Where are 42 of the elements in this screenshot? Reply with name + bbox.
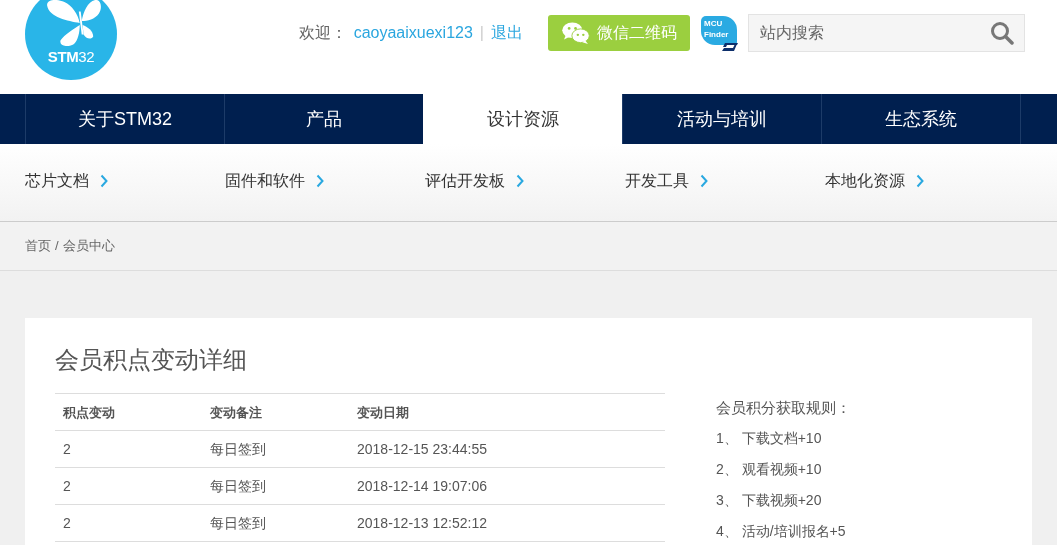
page-title: 会员积点变动详细 [55,345,248,375]
chevron-right-icon [316,173,324,188]
chat-bubbles-icon [561,22,590,44]
chevron-right-icon [916,173,924,188]
table-cell: 2018-12-13 12:52:12 [357,515,487,531]
column-header: 变动日期 [357,405,409,420]
subnav-link[interactable]: 固件和软件 [225,168,324,193]
table-cell: 每日签到 [210,478,266,494]
chevron-right-icon [516,173,524,188]
breadcrumb-link[interactable]: 首页 [25,236,51,256]
column-header: 变动备注 [210,405,262,420]
rule-item: 3、 下载视频+20 [716,491,823,510]
badge-text: MCU [704,17,723,29]
rules-title: 会员积分获取规则： [716,398,851,418]
table-cell: 2018-12-15 23:44:55 [357,441,487,457]
search-field[interactable]: 站内搜索 [748,14,1025,52]
rule-item: 2、 观看视频+10 [716,460,823,479]
subnav-link[interactable]: 本地化资源 [825,168,924,193]
nav-tab[interactable]: 设计资源 [423,94,622,144]
table-cell: 每日签到 [210,515,266,531]
subnav-link[interactable]: 开发工具 [625,168,708,193]
column-header: 积点变动 [63,405,115,420]
subnav-link[interactable]: 评估开发板 [425,168,524,193]
search-icon[interactable] [990,21,1014,45]
chevron-right-icon [700,173,708,188]
breadcrumb-current: 会员中心 [62,237,115,256]
logo-text: STM32 [47,49,95,64]
table-cell: 2018-12-14 19:07:06 [357,478,487,494]
badge-text: Finder [704,28,729,40]
rule-item: 4、 活动/培训报名+5 [716,522,847,541]
table-cell: 2 [63,441,71,457]
chevron-right-icon [100,173,108,188]
table-cell: 2 [63,478,71,494]
table-cell: 2 [63,515,71,531]
link-separator: | [479,23,484,43]
butterfly-icon [45,0,103,46]
rule-item: 1、 下载文档+10 [716,429,823,448]
table-cell: 每日签到 [210,441,266,457]
subnav-link[interactable]: 芯片文档 [25,168,108,193]
welcome-label: 欢迎： [298,23,347,43]
breadcrumb-separator: / [55,237,59,256]
brand-mark-icon [722,42,738,51]
